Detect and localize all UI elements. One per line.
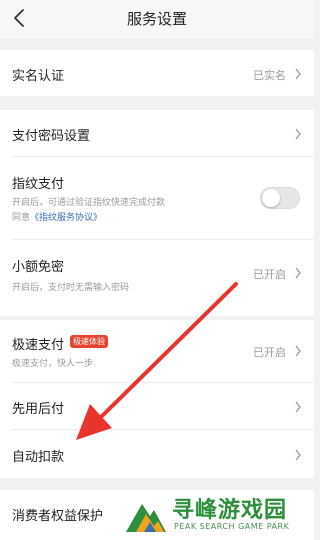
row-description: 极速支付，快人一步	[12, 359, 94, 369]
status-text: 已开启	[253, 268, 286, 281]
chevron-right-icon	[295, 128, 301, 140]
row-label: 极速支付	[12, 338, 65, 353]
fingerprint-agreement-link[interactable]: 《指纹服务协议》	[30, 213, 102, 223]
row-description: 开启后，支付时无需输入密码	[12, 283, 130, 293]
row-description: 开启后，可通过验证指纹快速完成付款	[12, 198, 166, 208]
group-pay-options: 极速支付 极速体验 极速支付，快人一步 已开启 先用后付 自动扣款	[0, 320, 314, 478]
fast-pay-badge: 极速体验	[70, 335, 108, 348]
chevron-right-icon	[295, 267, 301, 279]
row-small-free[interactable]: 小额免密 开启后，支付时无需输入密码 已开启	[0, 240, 314, 316]
group-payment: 支付密码设置 指纹支付 开启后，可通过验证指纹快速完成付款 同意《指纹服务协议》…	[0, 110, 314, 316]
status-text: 已实名	[253, 69, 286, 82]
chevron-right-icon	[295, 449, 301, 461]
chevron-right-icon	[295, 345, 301, 357]
row-fast-pay[interactable]: 极速支付 极速体验 极速支付，快人一步 已开启	[0, 320, 314, 382]
nav-header: 服务设置	[0, 0, 314, 38]
row-pay-later[interactable]: 先用后付	[0, 383, 314, 429]
page-title: 服务设置	[126, 10, 187, 28]
watermark: 寻峰游戏园 PEAK SEARCH GAME PARK	[124, 492, 314, 540]
watermark-title: 寻峰游戏园	[172, 498, 288, 523]
chevron-right-icon	[295, 401, 301, 413]
status-text: 已开启	[253, 346, 286, 359]
toggle-knob	[262, 189, 280, 207]
group-real-name: 实名认证 已实名	[0, 50, 314, 96]
fingerprint-toggle[interactable]	[260, 187, 300, 209]
row-label: 自动扣款	[12, 450, 65, 465]
row-label: 先用后付	[12, 402, 65, 417]
row-label: 指纹支付	[12, 177, 65, 192]
agreement-prefix: 同意	[12, 213, 31, 223]
row-label: 小额免密	[12, 260, 65, 275]
row-label: 支付密码设置	[12, 129, 91, 144]
row-auto-deduct[interactable]: 自动扣款	[0, 430, 314, 478]
row-label: 消费者权益保护	[12, 509, 104, 524]
row-payment-password[interactable]: 支付密码设置	[0, 110, 314, 156]
chevron-right-icon	[295, 68, 301, 80]
watermark-subtitle: PEAK SEARCH GAME PARK	[174, 522, 290, 531]
row-fingerprint: 指纹支付 开启后，可通过验证指纹快速完成付款 同意《指纹服务协议》	[0, 157, 314, 239]
row-label: 实名认证	[12, 69, 65, 84]
row-real-name[interactable]: 实名认证 已实名	[0, 50, 314, 96]
agreement-line: 同意《指纹服务协议》	[12, 210, 102, 223]
peak-logo-icon	[126, 504, 166, 532]
